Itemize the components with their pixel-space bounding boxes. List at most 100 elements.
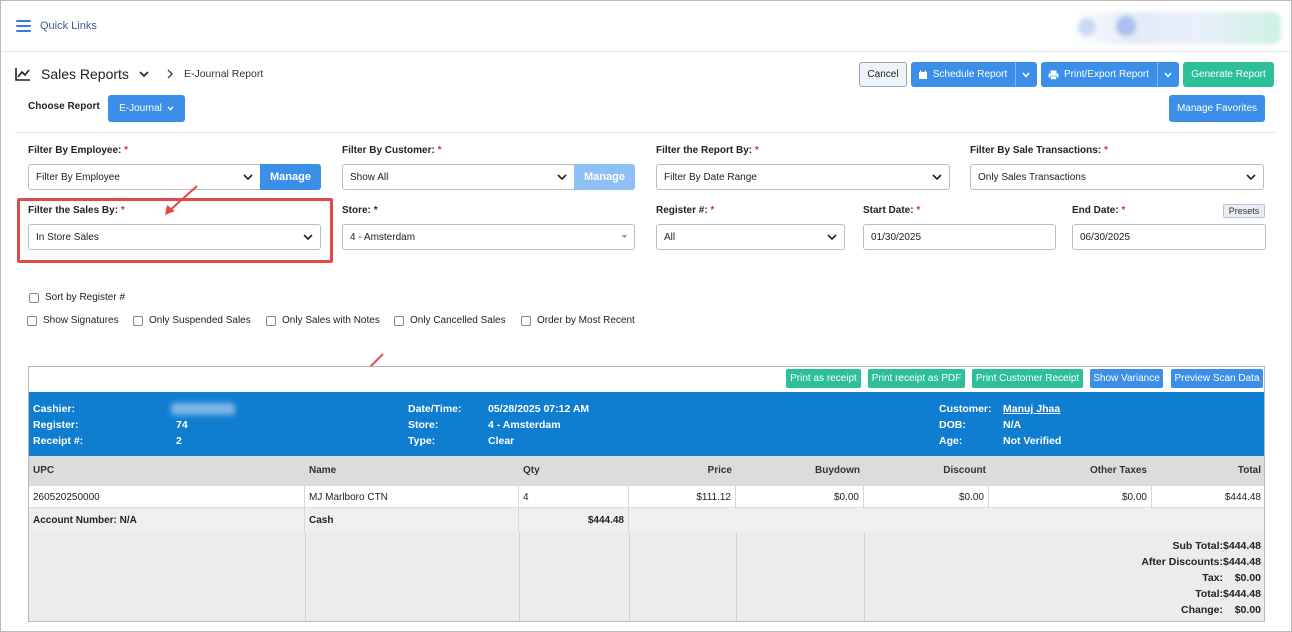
start-date-input[interactable]: 01/30/2025 — [863, 224, 1056, 250]
column-header: UPC — [33, 465, 55, 476]
store-value: 4 - Amsterdam — [350, 231, 416, 243]
receipt-number-label: Receipt #: — [33, 435, 84, 447]
page-title[interactable]: Sales Reports — [41, 66, 129, 82]
column-divider — [864, 532, 865, 621]
store-select[interactable]: 4 - Amsterdam — [342, 224, 635, 250]
chevron-down-icon[interactable] — [139, 70, 149, 78]
show-variance-button[interactable]: Show Variance — [1090, 369, 1163, 388]
show-signatures-checkbox[interactable]: Show Signatures — [27, 315, 119, 326]
avatar[interactable] — [1116, 16, 1136, 36]
split-divider — [1015, 62, 1017, 87]
sort-by-register-checkbox[interactable]: Sort by Register # — [29, 292, 125, 303]
only-cancelled-checkbox[interactable]: Only Cancelled Sales — [394, 315, 506, 326]
only-notes-checkbox[interactable]: Only Sales with Notes — [266, 315, 380, 326]
cancel-button[interactable]: Cancel — [859, 62, 907, 87]
top-bar: Quick Links — [2, 2, 1291, 52]
account-number: Account Number: N/A — [29, 508, 305, 532]
filter-customer-select[interactable]: Show All — [342, 164, 575, 190]
payment-method: Cash — [305, 508, 519, 532]
column-divider — [736, 532, 737, 621]
annotation-arrow — [165, 185, 198, 215]
order-recent-label: Order by Most Recent — [537, 315, 635, 326]
blurred-user-area — [1071, 12, 1281, 44]
filter-sale-transactions-select[interactable]: Only Sales Transactions — [970, 164, 1264, 190]
change-value: $0.00 — [1234, 604, 1261, 616]
customer-link[interactable]: Manuj Jhaa — [1003, 403, 1060, 415]
filter-customer-label: Filter By Customer: * — [342, 145, 442, 156]
other-taxes-cell: $0.00 — [989, 486, 1152, 508]
notification-icon[interactable] — [1078, 18, 1096, 36]
presets-button[interactable]: Presets — [1223, 204, 1265, 218]
column-header: Price — [707, 465, 732, 476]
payment-amount: $444.48 — [519, 508, 629, 532]
register-select[interactable]: All — [656, 224, 845, 250]
menu-icon[interactable] — [16, 20, 31, 32]
print-pdf-button[interactable]: Print receipt as PDF — [868, 369, 965, 388]
sort-by-register-label: Sort by Register # — [45, 292, 126, 303]
calendar-icon — [918, 70, 927, 79]
end-date-input[interactable]: 06/30/2025 — [1072, 224, 1266, 250]
filter-report-by-label: Filter the Report By: * — [656, 145, 759, 156]
breadcrumb: Sales Reports E-Journal Report — [15, 63, 263, 85]
receipt-number-value: 2 — [176, 435, 182, 447]
buydown-cell: $0.00 — [736, 486, 864, 508]
printer-icon — [1048, 70, 1059, 80]
checkbox[interactable] — [266, 315, 276, 326]
quick-links-link[interactable]: Quick Links — [40, 20, 97, 32]
schedule-report-button[interactable]: Schedule Report — [911, 62, 1037, 87]
store-value: 4 - Amsterdam — [488, 419, 561, 431]
column-divider — [629, 532, 630, 621]
payment-row: Account Number: N/A Cash $444.48 — [29, 508, 1264, 532]
checkbox[interactable] — [133, 315, 143, 326]
type-value: Clear — [488, 435, 515, 447]
chevron-down-icon[interactable] — [1164, 72, 1172, 78]
split-divider — [1157, 62, 1159, 87]
chevron-down-icon — [243, 174, 253, 181]
choose-report-dropdown[interactable]: E-Journal — [108, 95, 185, 122]
chevron-down-icon — [167, 106, 174, 111]
chevron-down-icon — [1246, 174, 1256, 181]
column-divider — [305, 532, 306, 621]
generate-report-button[interactable]: Generate Report — [1183, 62, 1274, 87]
manage-customer-button[interactable]: Manage — [574, 164, 635, 190]
choose-report-row — [15, 95, 1275, 133]
app-window: Quick Links Sales Reports E-Journal Repo… — [0, 0, 1292, 632]
chevron-down-icon — [827, 234, 837, 241]
tax-label: Tax: — [1202, 572, 1223, 584]
only-suspended-checkbox[interactable]: Only Suspended Sales — [133, 315, 251, 326]
schedule-report-label: Schedule Report — [932, 69, 1008, 80]
totals-area: Sub Total: $444.48 After Discounts: $444… — [29, 532, 1264, 621]
checkbox[interactable] — [27, 315, 37, 326]
only-suspended-label: Only Suspended Sales — [149, 315, 251, 326]
store-label: Store: — [408, 419, 439, 431]
print-export-button[interactable]: Print/Export Report — [1041, 62, 1179, 87]
filter-employee-select[interactable]: Filter By Employee — [28, 164, 261, 190]
column-header: Buydown — [815, 465, 860, 476]
cashier-label: Cashier: — [33, 403, 76, 415]
name-cell: MJ Marlboro CTN — [305, 486, 519, 508]
filter-employee-label: Filter By Employee: * — [28, 145, 129, 156]
register-label: Register #: * — [656, 205, 715, 216]
total-cell: $444.48 — [1224, 491, 1261, 503]
filter-sale-transactions-value: Only Sales Transactions — [978, 171, 1086, 183]
print-receipt-button[interactable]: Print as receipt — [786, 369, 861, 388]
table-header: UPC Name Qty Price Buydown Discount Othe… — [29, 456, 1264, 486]
only-cancelled-label: Only Cancelled Sales — [410, 315, 506, 326]
chevron-down-icon[interactable] — [1022, 72, 1030, 78]
type-label: Type: — [408, 435, 436, 447]
preview-scan-button[interactable]: Preview Scan Data — [1171, 369, 1263, 388]
subtotal-label: Sub Total: — [1172, 540, 1223, 552]
checkbox[interactable] — [521, 315, 531, 326]
filter-report-by-select[interactable]: Filter By Date Range — [656, 164, 950, 190]
manage-employee-button[interactable]: Manage — [260, 164, 321, 190]
column-header: Qty — [523, 465, 540, 476]
print-customer-receipt-button[interactable]: Print Customer Receipt — [972, 369, 1083, 388]
receipt-header: Cashier: Register: 74 Receipt #: 2 Date/… — [29, 392, 1264, 456]
checkbox[interactable] — [29, 292, 39, 303]
start-date-label: Start Date: * — [863, 205, 921, 216]
order-recent-checkbox[interactable]: Order by Most Recent — [521, 315, 635, 326]
subtotal-value: $444.48 — [1223, 540, 1261, 552]
checkbox[interactable] — [394, 315, 404, 326]
manage-favorites-button[interactable]: Manage Favorites — [1169, 95, 1265, 122]
caret-down-icon — [621, 235, 628, 238]
